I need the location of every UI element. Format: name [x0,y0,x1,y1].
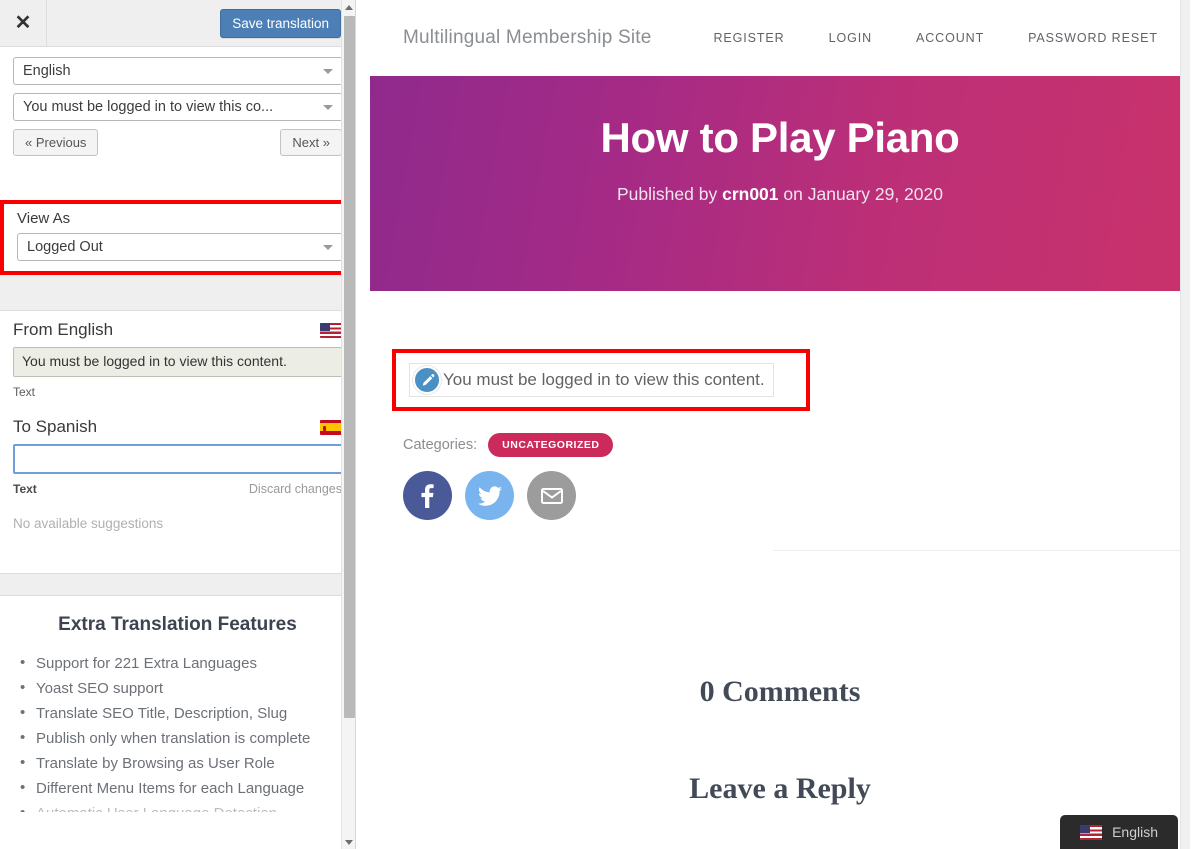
view-as-value: Logged Out [27,239,103,255]
target-language-row: To Spanish [13,417,342,437]
chevron-down-icon [323,69,333,74]
page-scrollbar[interactable] [1180,0,1190,849]
categories-label: Categories: [403,437,478,453]
twitter-icon [477,485,502,506]
twitter-share-button[interactable] [465,471,514,520]
list-item: Different Menu Items for each Language [16,777,339,800]
string-select-value: You must be logged in to view this co... [23,99,274,115]
nav-item-login[interactable]: Login [829,31,872,45]
extra-features-list: Support for 221 Extra Languages Yoast SE… [16,652,339,812]
scroll-down-arrow-icon[interactable] [342,835,355,849]
nav-item-register[interactable]: Register [713,31,784,45]
next-string-button[interactable]: Next » [280,129,342,156]
nav-item-password-reset[interactable]: Password Reset [1028,31,1158,45]
pencil-icon[interactable] [413,366,441,394]
view-as-label: View As [17,210,71,227]
email-share-button[interactable] [527,471,576,520]
editable-content-line[interactable]: You must be logged in to view this conte… [409,363,774,397]
close-panel-button[interactable]: ✕ [0,0,47,47]
es-flag-icon [320,419,342,435]
close-icon: ✕ [14,12,32,34]
language-switcher-label: English [1112,824,1158,840]
no-suggestions-text: No available suggestions [13,516,164,531]
target-language-label: To Spanish [13,417,98,436]
post-categories: Categories: UNCATEGORIZED [403,433,614,457]
translation-panel: ✕ Save translation English You must be l… [0,0,356,849]
protected-content-row: You must be logged in to view this conte… [401,363,774,397]
panel-controls: English You must be logged in to view th… [0,47,355,156]
facebook-icon [421,483,434,508]
source-field-type: Text [13,385,36,399]
post-hero: How to Play Piano Published by crn001 on… [370,76,1190,291]
us-flag-icon [1080,824,1103,840]
published-suffix: on January 29, 2020 [783,184,943,204]
site-header: Multilingual Membership Site Register Lo… [370,0,1190,76]
screenshot-root: ✕ Save translation English You must be l… [0,0,1200,849]
main-navigation: Register Login Account Password Reset [713,31,1157,45]
language-select[interactable]: English [13,57,343,85]
site-preview: Multilingual Membership Site Register Lo… [370,0,1190,849]
share-buttons [403,471,576,520]
panel-divider-strip-2 [0,573,355,596]
string-pagination: « Previous Next » [13,129,342,156]
list-item: Support for 221 Extra Languages [16,652,339,675]
source-meta-row: Text [13,385,342,399]
string-select[interactable]: You must be logged in to view this co... [13,93,343,121]
previous-string-button[interactable]: « Previous [13,129,99,156]
panel-toolbar: ✕ Save translation [0,0,355,47]
list-item: Automatic User Language Detection [16,803,339,812]
target-field-type: Text [13,482,37,496]
comments-heading: 0 Comments [699,675,861,708]
source-text-field [13,347,343,377]
extra-features-section: Extra Translation Features Support for 2… [0,596,355,815]
us-flag-icon [320,322,342,338]
list-item: Publish only when translation is complet… [16,727,339,750]
target-text-field[interactable] [13,444,343,474]
language-select-value: English [23,63,71,79]
list-item: Translate SEO Title, Description, Slug [16,702,339,725]
list-item: Yoast SEO support [16,677,339,700]
site-brand[interactable]: Multilingual Membership Site [403,27,651,49]
view-as-select[interactable]: Logged Out [17,233,343,261]
source-language-label: From English [13,320,114,339]
translation-editor: From English Text To Spanish Text Discar… [0,311,355,531]
facebook-share-button[interactable] [403,471,452,520]
list-item: Translate by Browsing as User Role [16,752,339,775]
category-badge-uncategorized[interactable]: UNCATEGORIZED [488,433,614,457]
post-author[interactable]: crn001 [722,184,778,204]
panel-divider-strip [0,275,355,311]
save-translation-button[interactable]: Save translation [220,9,341,38]
scroll-up-arrow-icon[interactable] [342,0,355,14]
content-divider [773,550,1190,551]
discard-changes-link[interactable]: Discard changes [249,482,342,496]
published-prefix: Published by [617,184,718,204]
leave-reply-heading: Leave a Reply [689,772,871,805]
nav-item-account[interactable]: Account [916,31,984,45]
panel-scrollbar[interactable] [341,0,355,849]
source-language-row: From English [13,320,342,340]
panel-scrollbar-thumb[interactable] [344,16,355,718]
protected-content-text: You must be logged in to view this conte… [443,370,765,389]
view-as-highlight: View As Logged Out [0,200,355,275]
extra-features-title: Extra Translation Features [58,614,297,635]
post-meta: Published by crn001 on January 29, 2020 [370,184,1190,205]
page-title: How to Play Piano [600,114,960,161]
envelope-icon [540,487,563,504]
language-switcher[interactable]: English [1060,815,1178,849]
chevron-down-icon [323,245,333,250]
chevron-down-icon [323,105,333,110]
target-meta-row: Text Discard changes [13,482,342,496]
